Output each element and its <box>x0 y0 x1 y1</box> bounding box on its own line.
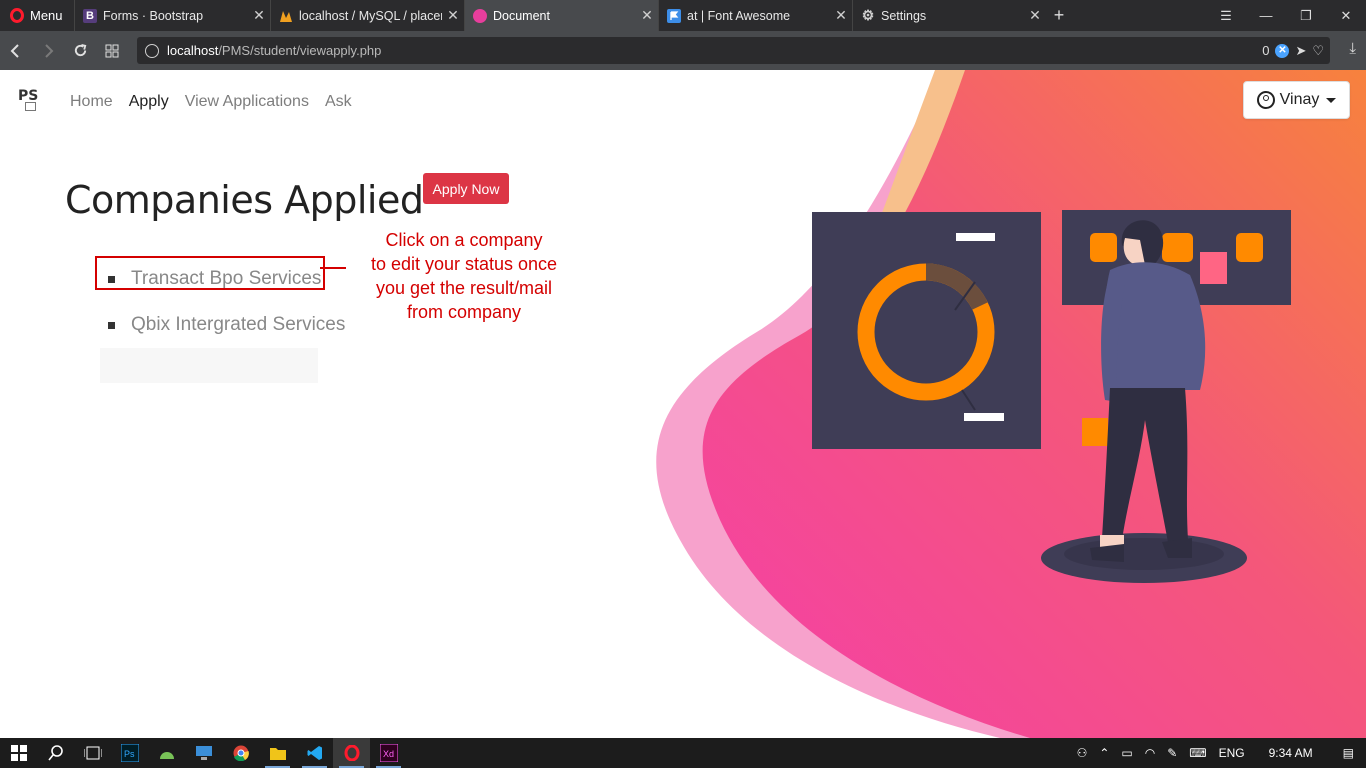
tab-label: Forms · Bootstrap <box>103 8 204 23</box>
brand-logo[interactable]: PS <box>18 88 46 116</box>
phpmyadmin-icon <box>279 9 293 23</box>
annotation-pointer <box>320 267 346 269</box>
url-path: /PMS/student/viewapply.php <box>218 43 382 58</box>
battery-icon[interactable]: ▭ <box>1121 746 1132 760</box>
send-icon[interactable]: ➤ <box>1295 43 1306 59</box>
task-view-icon[interactable] <box>74 738 111 768</box>
action-center-icon[interactable]: ▤ <box>1343 746 1354 760</box>
tab-label: Settings <box>881 8 927 23</box>
clock[interactable]: 9:34 AM <box>1269 746 1313 760</box>
apply-now-button[interactable]: Apply Now <box>423 173 509 204</box>
annotation-line: from company <box>406 302 522 322</box>
tab-document[interactable]: Document ✕ <box>464 0 658 31</box>
system-tray: ⚇ ⌃ ▭ ◠ ✎ ⌨ ENG 9:34 AM ▤ <box>1077 738 1366 768</box>
flag-icon <box>667 8 681 23</box>
wifi-icon[interactable]: ◠ <box>1145 746 1155 760</box>
url-actions: 0 ✕ ➤ ♡ <box>1262 37 1324 64</box>
annotation-line: Click on a company <box>385 230 543 250</box>
company-name: Transact Bpo Services <box>131 268 322 289</box>
gear-icon: ⚙ <box>861 7 875 23</box>
company-item[interactable]: Transact Bpo Services <box>94 256 345 302</box>
android-studio-icon[interactable] <box>148 738 185 768</box>
adblock-count: 0 <box>1262 43 1270 58</box>
opera-menu-button[interactable]: Menu <box>0 0 74 31</box>
tab-settings[interactable]: ⚙ Settings ✕ <box>852 0 1046 31</box>
pen-icon[interactable]: ✎ <box>1167 746 1177 760</box>
page-title: Companies Applied <box>65 178 424 222</box>
close-icon[interactable]: ✕ <box>830 7 852 24</box>
adblock-icon[interactable]: ✕ <box>1275 43 1290 58</box>
close-window-icon[interactable]: ✕ <box>1326 0 1366 31</box>
language-indicator[interactable]: ENG <box>1219 746 1245 760</box>
company-list: Transact Bpo Services Qbix Intergrated S… <box>94 256 345 348</box>
tab-label: at | Font Awesome <box>687 8 791 23</box>
nav-link-apply[interactable]: Apply <box>129 93 169 111</box>
bootstrap-icon: B <box>83 8 97 23</box>
browser-tab-bar: Menu B Forms · Bootstrap ✕ localhost / M… <box>0 0 1366 31</box>
new-tab-button[interactable]: + <box>1046 5 1072 26</box>
empty-placeholder <box>100 348 318 383</box>
tab-phpmyadmin[interactable]: localhost / MySQL / placement ✕ <box>270 0 464 31</box>
svg-text:Xd: Xd <box>383 749 394 759</box>
tab-label: Document <box>493 8 550 23</box>
windows-start-icon[interactable] <box>0 738 37 768</box>
photoshop-icon[interactable]: Ps <box>111 738 148 768</box>
close-icon[interactable]: ✕ <box>442 7 464 24</box>
user-dropdown-button[interactable]: Vinay <box>1243 81 1350 119</box>
company-name: Qbix Intergrated Services <box>131 314 346 335</box>
search-icon[interactable] <box>37 738 74 768</box>
people-icon[interactable]: ⚇ <box>1077 746 1088 760</box>
nav-link-home[interactable]: Home <box>70 93 113 111</box>
forward-icon[interactable] <box>32 31 64 70</box>
close-icon[interactable]: ✕ <box>636 7 658 24</box>
main-navbar: PS Home Apply View Applications Ask <box>18 88 368 116</box>
globe-icon <box>145 43 159 58</box>
vscode-icon[interactable] <box>296 738 333 768</box>
annotation-note: Click on a company to edit your status o… <box>352 228 576 324</box>
heart-icon[interactable]: ♡ <box>1312 43 1324 59</box>
nav-link-view-applications[interactable]: View Applications <box>185 93 309 111</box>
opera-icon[interactable] <box>333 738 370 768</box>
adobe-xd-icon[interactable]: Xd <box>370 738 407 768</box>
svg-text:Ps: Ps <box>124 749 135 759</box>
hero-illustration <box>656 70 1366 738</box>
minimize-icon[interactable]: — <box>1246 0 1286 31</box>
annotation-line: to edit your status once <box>370 254 558 274</box>
back-icon[interactable] <box>0 31 32 70</box>
user-name: Vinay <box>1279 91 1320 108</box>
nav-link-ask[interactable]: Ask <box>325 93 352 111</box>
opera-menu-label: Menu <box>30 8 63 23</box>
tab-menu-icon[interactable]: ☰ <box>1206 0 1246 31</box>
url-input[interactable]: localhost /PMS/student/viewapply.php 0 ✕… <box>137 37 1330 64</box>
close-icon[interactable]: ✕ <box>1024 7 1046 24</box>
close-icon[interactable]: ✕ <box>248 7 270 24</box>
reload-icon[interactable] <box>64 31 96 70</box>
window-controls: ☰ — ❐ ✕ <box>1206 0 1366 31</box>
tab-font-awesome[interactable]: at | Font Awesome ✕ <box>658 0 852 31</box>
chrome-icon[interactable] <box>222 738 259 768</box>
bullet-icon <box>108 321 115 329</box>
tab-label: localhost / MySQL / placement <box>299 8 442 23</box>
page-viewport: PS Home Apply View Applications Ask Vina… <box>0 70 1366 738</box>
restore-icon[interactable]: ❐ <box>1286 0 1326 31</box>
browser-address-bar: localhost /PMS/student/viewapply.php 0 ✕… <box>0 31 1366 70</box>
user-circle-icon <box>1256 91 1275 109</box>
mail-icon <box>25 102 36 111</box>
keyboard-icon[interactable]: ⌨ <box>1189 746 1206 760</box>
annotation-line: you get the result/mail <box>375 278 553 298</box>
remote-desktop-icon[interactable] <box>185 738 222 768</box>
url-host: localhost <box>167 43 219 58</box>
chevron-up-icon[interactable]: ⌃ <box>1099 746 1109 760</box>
windows-taskbar: Ps Xd ⚇ ⌃ ▭ ◠ ✎ ⌨ ENG 9:34 AM ▤ <box>0 738 1366 768</box>
speed-dial-icon[interactable] <box>96 31 128 70</box>
bullet-icon <box>108 275 115 283</box>
opera-logo-icon <box>10 8 24 23</box>
tab-forms-bootstrap[interactable]: B Forms · Bootstrap ✕ <box>74 0 270 31</box>
document-icon <box>473 8 487 23</box>
company-item[interactable]: Qbix Intergrated Services <box>108 302 345 348</box>
file-explorer-icon[interactable] <box>259 738 296 768</box>
download-icon[interactable]: ⤓ <box>1349 40 1356 57</box>
chevron-down-icon <box>1326 97 1337 103</box>
